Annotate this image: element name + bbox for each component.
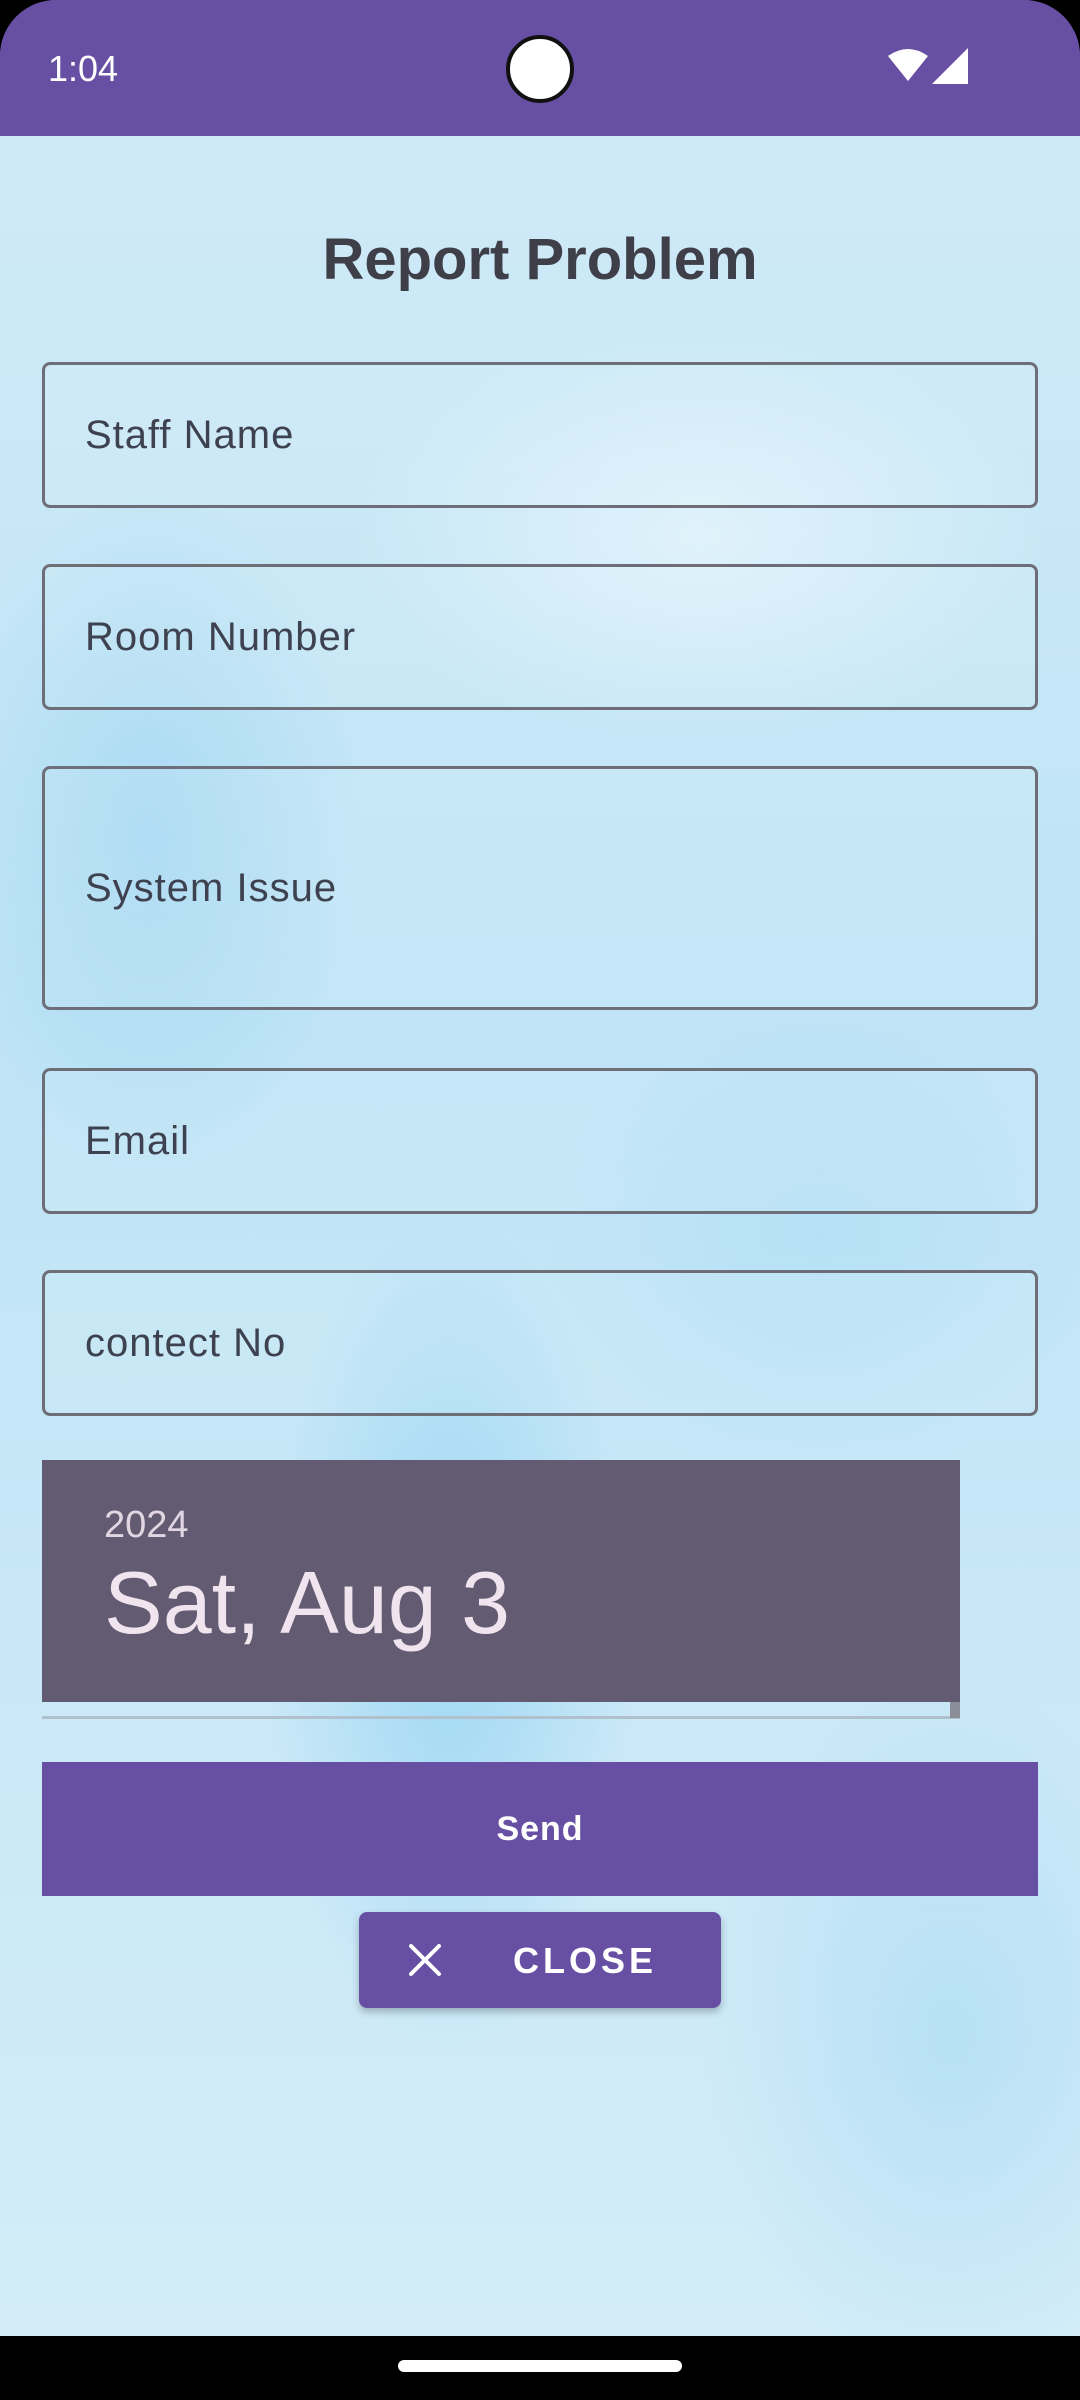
date-picker-year[interactable]: 2024 <box>104 1504 189 1547</box>
date-picker-divider <box>42 1716 960 1719</box>
status-time: 1:04 <box>48 48 119 89</box>
staff-name-placeholder: Staff Name <box>85 412 295 457</box>
close-button[interactable]: CLOSE <box>359 1912 721 2008</box>
wifi-icon <box>888 49 928 81</box>
signal-icon <box>932 48 968 84</box>
close-label: CLOSE <box>513 1940 658 1981</box>
email-placeholder: Email <box>85 1118 191 1163</box>
contact-number-placeholder: contect No <box>85 1320 287 1365</box>
contact-number-field[interactable]: contect No <box>42 1270 1038 1416</box>
app-screen: 1:04 Report Problem Staff Name Room Numb… <box>0 0 1080 2400</box>
system-issue-placeholder: System Issue <box>85 865 338 910</box>
room-number-placeholder: Room Number <box>85 614 357 659</box>
date-picker-header[interactable]: 2024 Sat, Aug 3 <box>42 1460 960 1702</box>
report-problem-screen: Report Problem Staff Name Room Number Sy… <box>0 136 1080 2336</box>
close-icon <box>409 1944 441 1976</box>
staff-name-field[interactable]: Staff Name <box>42 362 1038 508</box>
page-title: Report Problem <box>322 227 758 292</box>
home-gesture-handle[interactable] <box>398 2360 682 2372</box>
date-picker-scrollbar[interactable] <box>950 1702 960 1718</box>
date-picker-selected-date: Sat, Aug 3 <box>104 1553 511 1652</box>
send-button[interactable]: Send <box>42 1762 1038 1896</box>
status-bar: 1:04 <box>0 0 1080 136</box>
system-issue-field[interactable]: System Issue <box>42 766 1038 1010</box>
front-camera <box>506 35 574 103</box>
room-number-field[interactable]: Room Number <box>42 564 1038 710</box>
email-field[interactable]: Email <box>42 1068 1038 1214</box>
